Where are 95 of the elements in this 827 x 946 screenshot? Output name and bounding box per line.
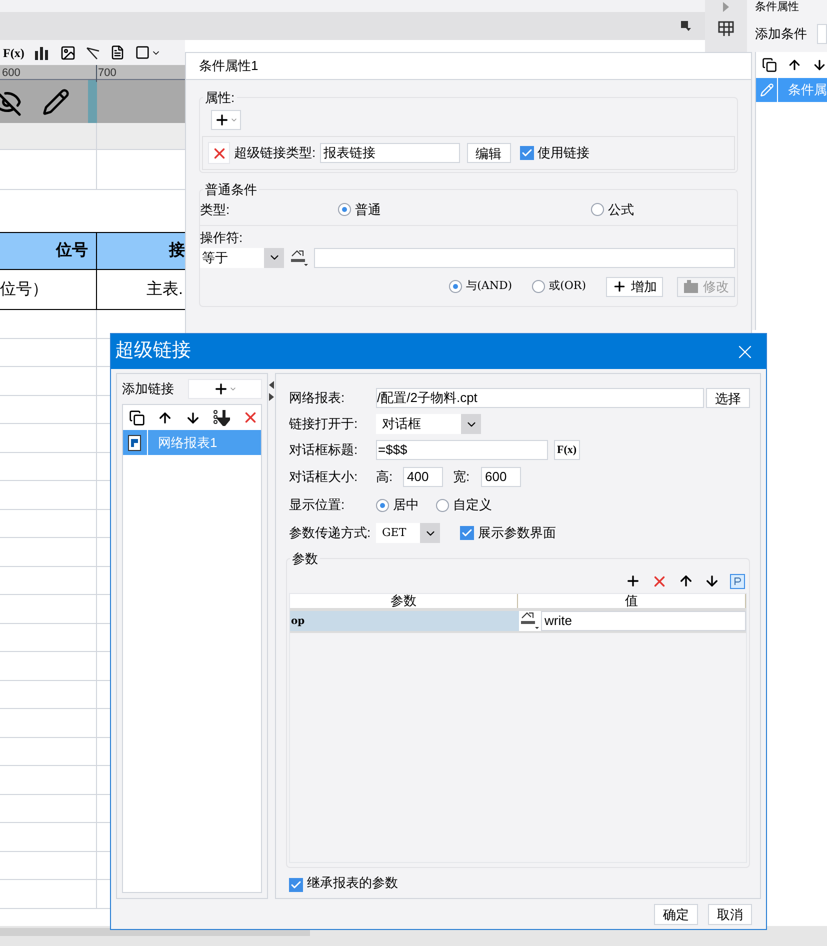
field-label: 网络报表: bbox=[289, 389, 346, 408]
width-field[interactable]: 600 bbox=[481, 467, 521, 487]
radio-label: 或(OR) bbox=[549, 278, 586, 294]
add-condition-label: 添加条件 bbox=[755, 25, 807, 44]
table-cell-text: 主表. bbox=[146, 280, 184, 300]
column-marker bbox=[88, 80, 97, 123]
radio-button[interactable] bbox=[338, 203, 351, 216]
formula-button[interactable]: F(x) bbox=[554, 440, 580, 460]
plus-icon bbox=[214, 112, 230, 128]
radio-button[interactable] bbox=[436, 498, 449, 512]
text-type-icon[interactable] bbox=[289, 248, 309, 266]
open-in-dropdown[interactable]: 对话框 bbox=[376, 414, 481, 434]
radio-label: 自定义 bbox=[453, 496, 492, 514]
caret-icon bbox=[229, 385, 237, 393]
height-label: 高: bbox=[376, 468, 394, 486]
table-header-cell-text: 接 bbox=[168, 240, 185, 261]
height-field[interactable]: 400 bbox=[403, 467, 443, 487]
radio-button[interactable] bbox=[449, 280, 462, 293]
report-path-field[interactable]: /配置/2子物料.cpt bbox=[376, 388, 704, 408]
radio-button[interactable] bbox=[591, 203, 604, 216]
add-button[interactable]: 增加 bbox=[606, 276, 663, 296]
document-icon[interactable] bbox=[110, 45, 126, 60]
operand-field[interactable] bbox=[314, 248, 735, 268]
table-header-cell: 位号 bbox=[0, 233, 97, 269]
column-header: 值 bbox=[518, 594, 746, 608]
checkbox[interactable] bbox=[520, 146, 534, 160]
line-icon[interactable] bbox=[86, 46, 100, 60]
plus-icon bbox=[213, 381, 229, 397]
formula-button[interactable]: F(x) bbox=[3, 44, 24, 62]
link-type-label: 超级链接类型: bbox=[234, 144, 316, 162]
move-to-bottom-icon[interactable] bbox=[213, 409, 230, 426]
dialog-title-field[interactable]: =$$$ bbox=[376, 440, 548, 460]
add-condition-field[interactable] bbox=[817, 24, 827, 44]
radio-label: 与(AND) bbox=[466, 278, 512, 294]
column-header: 参数 bbox=[290, 594, 518, 608]
panel-title: 条件属性 bbox=[755, 0, 799, 14]
checkbox[interactable] bbox=[460, 526, 474, 540]
checkbox-label: 使用链接 bbox=[538, 144, 590, 162]
checkbox[interactable] bbox=[289, 878, 303, 892]
parameter-icon[interactable] bbox=[730, 574, 745, 588]
down-arrow-icon[interactable] bbox=[185, 410, 201, 426]
condition-label: 条件属 bbox=[787, 81, 827, 100]
link-type-field[interactable]: 报表链接 bbox=[320, 143, 460, 163]
select-button[interactable]: 选择 bbox=[706, 388, 750, 408]
ruler-label: 600 bbox=[2, 66, 20, 81]
collapse-icon[interactable] bbox=[269, 381, 274, 389]
edit-button[interactable]: 编辑 bbox=[466, 143, 511, 163]
layout-icon[interactable] bbox=[717, 20, 735, 38]
add-property-button[interactable] bbox=[211, 110, 241, 130]
radio-label: 普通 bbox=[355, 200, 381, 219]
add-icon[interactable] bbox=[625, 573, 641, 589]
caret-icon bbox=[230, 116, 238, 124]
plus-icon bbox=[612, 279, 627, 294]
parameter-row[interactable]: op write bbox=[290, 611, 746, 633]
checkbox-label: 继承报表的参数 bbox=[307, 874, 398, 892]
delete-button[interactable] bbox=[208, 142, 230, 164]
up-arrow-icon[interactable] bbox=[157, 410, 173, 426]
radio-label: 居中 bbox=[393, 496, 419, 514]
add-link-button[interactable] bbox=[188, 379, 262, 399]
bar-chart-icon[interactable] bbox=[34, 44, 50, 60]
pencil-icon[interactable] bbox=[42, 88, 70, 116]
field-label: 链接打开于: bbox=[289, 415, 359, 434]
field-label: 显示位置: bbox=[289, 496, 346, 514]
operator-dropdown[interactable]: 等于 bbox=[200, 248, 284, 268]
type-label: 类型: bbox=[200, 200, 231, 219]
image-icon[interactable] bbox=[60, 44, 76, 60]
field-label: 对话框大小: bbox=[289, 468, 359, 486]
expand-icon[interactable] bbox=[269, 393, 274, 401]
pencil-icon bbox=[760, 83, 774, 97]
radio-button[interactable] bbox=[376, 498, 389, 512]
down-arrow-icon[interactable] bbox=[812, 57, 827, 73]
copy-icon[interactable] bbox=[129, 410, 145, 426]
radio-label: 公式 bbox=[608, 200, 634, 219]
operator-label: 操作符: bbox=[200, 229, 244, 247]
field-label: 参数传递方式: bbox=[289, 524, 372, 542]
link-label: 网络报表1 bbox=[157, 434, 218, 452]
value-field[interactable]: write bbox=[540, 611, 746, 631]
add-link-label: 添加链接 bbox=[122, 380, 174, 398]
checkbox-label: 展示参数界面 bbox=[478, 524, 556, 542]
down-arrow-icon[interactable] bbox=[704, 573, 720, 589]
ok-button[interactable]: 确定 bbox=[654, 904, 698, 924]
text-type-icon[interactable] bbox=[518, 611, 540, 631]
cancel-button[interactable]: 取消 bbox=[708, 904, 752, 924]
method-dropdown[interactable]: GET bbox=[376, 523, 440, 543]
copy-icon[interactable] bbox=[762, 57, 777, 73]
table-cell: 位号） bbox=[0, 270, 97, 309]
report-icon bbox=[128, 434, 142, 450]
width-label: 宽: bbox=[453, 468, 471, 486]
border-icon[interactable] bbox=[135, 45, 150, 60]
table-cell-text: op bbox=[290, 614, 306, 628]
radio-button[interactable] bbox=[532, 280, 546, 293]
field-label: 对话框标题: bbox=[289, 441, 359, 460]
dialog-title: 条件属性1 bbox=[199, 57, 258, 76]
dialog-title: 超级链接 bbox=[115, 339, 191, 364]
dropdown-icon[interactable] bbox=[680, 20, 692, 32]
